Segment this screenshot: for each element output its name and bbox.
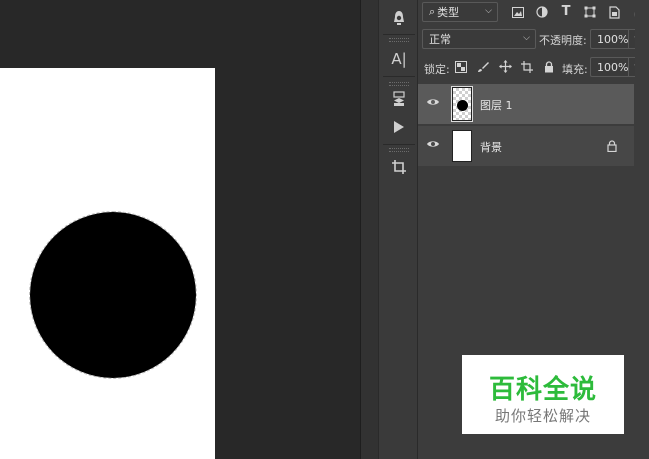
watermark-title: 百科全说	[488, 375, 597, 405]
shape-filter-icon[interactable]	[582, 4, 598, 20]
panel-divider[interactable]	[360, 0, 378, 459]
watermark-logo: 百科全说 助你轻松解决	[462, 355, 624, 434]
opacity-value: 100%	[597, 32, 629, 46]
watermark-subtitle: 助你轻松解决	[494, 407, 591, 425]
opacity-label: 不透明度:	[539, 34, 587, 47]
panel-scrollbar[interactable]	[635, 0, 649, 459]
circle-thumbnail-shape	[457, 100, 468, 111]
search-icon: ⌕	[429, 5, 436, 18]
fill-label: 填充:	[562, 63, 588, 76]
fill-input[interactable]: 100%	[590, 57, 628, 77]
layer-thumbnail[interactable]	[451, 86, 473, 122]
pixel-filter-icon[interactable]	[510, 4, 526, 20]
opacity-input[interactable]: 100%	[590, 29, 628, 49]
blend-mode-value: 正常	[429, 33, 451, 46]
type-filter-icon[interactable]: T	[558, 3, 574, 19]
layer-thumbnail[interactable]	[452, 130, 472, 162]
lock-icon[interactable]	[606, 139, 618, 153]
text-tool-label: A|	[391, 50, 407, 68]
layer-row-layer1[interactable]: 图层 1	[418, 84, 634, 124]
lock-all-icon[interactable]	[542, 60, 556, 74]
chevron-down-icon: ⌵	[485, 6, 492, 16]
lock-position-move-icon[interactable]	[498, 59, 512, 73]
adjustment-filter-icon[interactable]	[534, 4, 550, 20]
lock-artboard-icon[interactable]	[520, 60, 534, 74]
fill-value: 100%	[597, 60, 629, 74]
layer-name[interactable]: 图层 1	[480, 97, 513, 113]
canvas-workspace[interactable]	[0, 0, 360, 459]
eye-visibility-icon[interactable]	[426, 139, 442, 153]
lock-pixels-brush-icon[interactable]	[476, 60, 490, 74]
circle-selection[interactable]	[29, 211, 197, 379]
lock-transparent-icon[interactable]	[454, 60, 468, 74]
character-panel-icon[interactable]: A|	[379, 44, 419, 74]
layer-filter-dropdown[interactable]: ⌕ 类型 ⌵	[422, 2, 498, 22]
panel-icon-bar: A|	[378, 0, 418, 459]
layer-name[interactable]: 背景	[480, 139, 502, 155]
filter-kind-label: 类型	[437, 6, 460, 19]
chevron-down-icon: ⌵	[523, 33, 530, 43]
lock-label: 锁定:	[424, 63, 450, 76]
panel-grip[interactable]	[389, 38, 409, 42]
layer-row-background[interactable]: 背景	[418, 126, 634, 166]
eye-visibility-icon[interactable]	[426, 97, 442, 111]
document-canvas[interactable]	[0, 68, 215, 459]
history-brush-icon[interactable]	[379, 3, 419, 33]
actions-play-icon[interactable]	[379, 112, 419, 142]
smart-object-filter-icon[interactable]	[606, 4, 622, 20]
3d-panel-icon[interactable]	[379, 84, 419, 114]
crop-icon[interactable]	[379, 152, 419, 182]
blend-mode-dropdown[interactable]: 正常 ⌵	[422, 29, 536, 49]
